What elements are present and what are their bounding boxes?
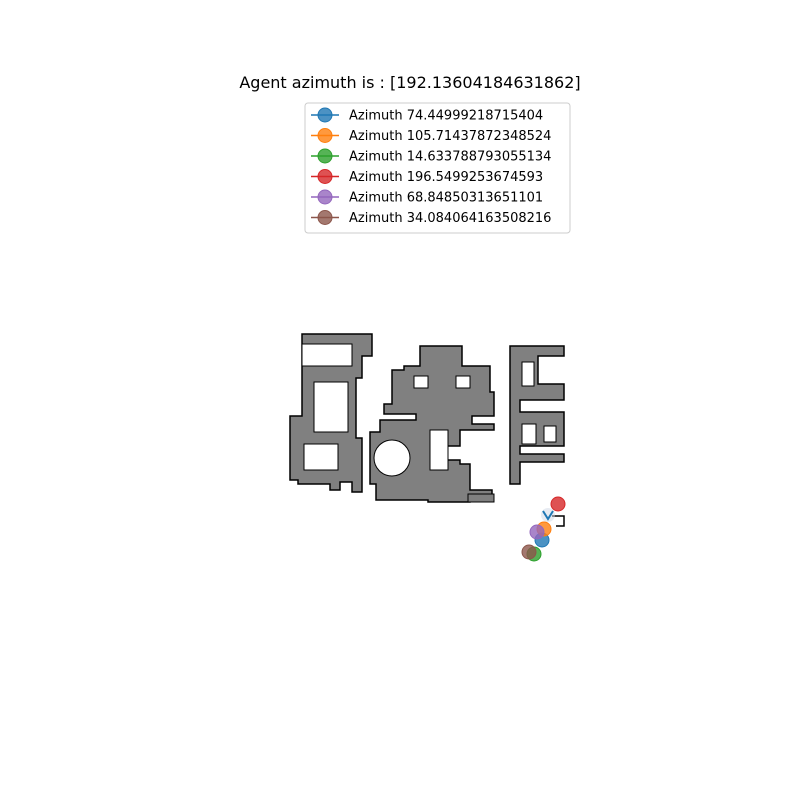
map-hole bbox=[429, 429, 449, 471]
map-hole bbox=[467, 493, 495, 503]
legend-label: Azimuth 68.84850313651101 bbox=[349, 191, 543, 206]
occupancy-map bbox=[289, 333, 565, 527]
legend: Azimuth 74.44999218715404 Azimuth 105.714… bbox=[304, 102, 571, 234]
legend-marker bbox=[317, 169, 333, 184]
map-hole bbox=[303, 443, 339, 471]
legend-marker bbox=[317, 107, 333, 123]
legend-label: Azimuth 105.71437872348524 bbox=[349, 129, 551, 144]
legend-marker bbox=[317, 128, 333, 143]
map-hole bbox=[413, 375, 429, 389]
map-hole bbox=[373, 439, 411, 477]
map-hole bbox=[301, 343, 353, 367]
legend-label: Azimuth 14.633788793055134 bbox=[349, 150, 551, 165]
azimuth-points bbox=[521, 496, 566, 562]
legend-marker bbox=[317, 210, 333, 225]
data-point bbox=[550, 496, 566, 512]
legend-label: Azimuth 34.084064163508216 bbox=[349, 211, 551, 226]
map-hole bbox=[455, 375, 471, 389]
map-hole bbox=[313, 381, 349, 433]
map-hole bbox=[521, 423, 537, 445]
map-hole bbox=[521, 361, 535, 387]
agent-marker bbox=[541, 508, 555, 522]
legend-label: Azimuth 196.5499253674593 bbox=[349, 170, 543, 185]
chart-title: Agent azimuth is : [192.13604184631862] bbox=[239, 73, 580, 92]
map-hole bbox=[543, 425, 557, 443]
figure: Agent azimuth is : [192.13604184631862] … bbox=[239, 73, 581, 562]
data-point bbox=[529, 524, 545, 540]
legend-marker bbox=[317, 189, 333, 205]
map-region-center bbox=[369, 345, 495, 503]
legend-label: Azimuth 74.44999218715404 bbox=[349, 109, 543, 124]
map-region-right bbox=[509, 345, 565, 485]
data-point bbox=[521, 544, 537, 560]
legend-marker bbox=[317, 148, 333, 164]
